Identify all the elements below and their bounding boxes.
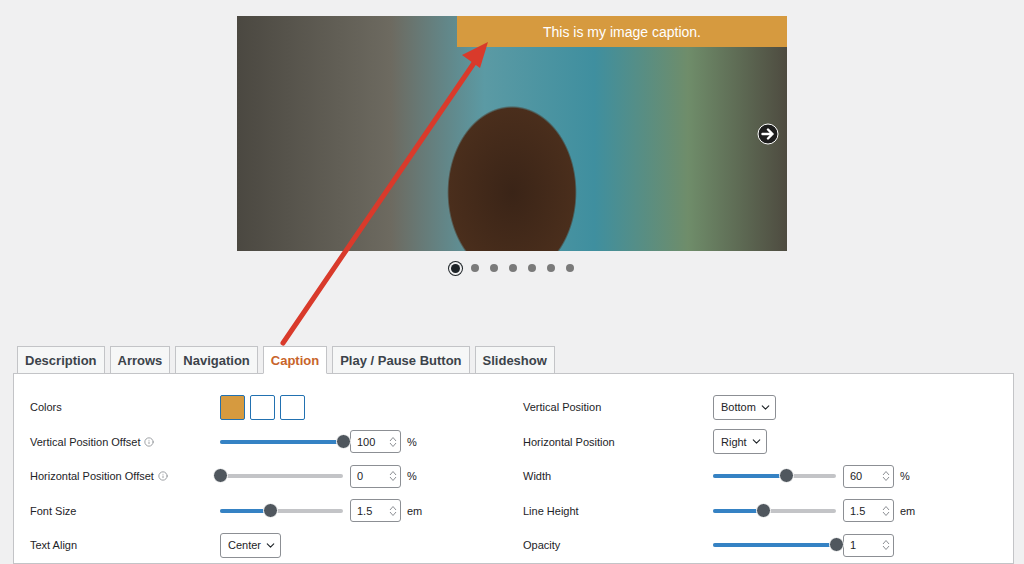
slider-fill	[220, 440, 343, 444]
chevron-down-icon	[759, 401, 772, 414]
select-box[interactable]: Right	[713, 429, 767, 454]
color-swatch[interactable]	[250, 395, 275, 420]
setting-controls: Center	[220, 533, 506, 558]
slider-thumb[interactable]	[756, 503, 771, 518]
setting-controls	[220, 395, 506, 420]
slide-dot[interactable]	[566, 264, 574, 272]
color-swatch[interactable]	[280, 395, 305, 420]
annotation-arrow-icon	[0, 0, 1024, 564]
slide-dots	[449, 261, 576, 275]
setting-controls: 1	[713, 534, 999, 557]
setting-label: Vertical Position Offset	[30, 436, 220, 448]
setting-row: Horizontal Position Offset0%	[30, 459, 506, 494]
next-arrow-icon[interactable]	[757, 123, 779, 145]
setting-row: Width60%	[523, 459, 999, 494]
slider-track[interactable]	[713, 509, 836, 513]
setting-controls: 1.5 em	[220, 499, 506, 522]
slideshow: This is my image caption.	[0, 16, 1024, 275]
slider-fill	[713, 474, 786, 478]
spinner-icon[interactable]	[882, 470, 890, 482]
number-input[interactable]: 0	[350, 465, 401, 488]
slide-dot[interactable]	[451, 264, 460, 273]
setting-row: Vertical PositionBottom	[523, 390, 999, 425]
setting-label: Text Align	[30, 539, 220, 551]
info-icon[interactable]	[144, 437, 154, 447]
setting-row: Opacity 1	[523, 528, 999, 563]
slider-thumb[interactable]	[829, 537, 844, 552]
setting-controls: 100%	[220, 430, 506, 453]
slider-track[interactable]	[713, 543, 836, 547]
setting-label: Opacity	[523, 539, 713, 551]
spinner-icon[interactable]	[389, 436, 397, 448]
slider-thumb[interactable]	[336, 434, 351, 449]
slider-track[interactable]	[713, 474, 836, 478]
tab[interactable]: Navigation	[175, 346, 257, 374]
unit-label: em	[900, 505, 915, 517]
unit-label: %	[407, 436, 417, 448]
tab[interactable]: Caption	[263, 346, 327, 374]
page: This is my image caption. DescriptionArro…	[0, 0, 1024, 564]
slider-track[interactable]	[220, 509, 343, 513]
setting-label: Line Height	[523, 505, 713, 517]
settings-column: Vertical PositionBottomHorizontal Positi…	[523, 390, 999, 563]
setting-label: Font Size	[30, 505, 220, 517]
spinner-icon[interactable]	[389, 470, 397, 482]
unit-label: %	[900, 470, 910, 482]
number-input[interactable]: 1.5	[350, 499, 401, 522]
slider-thumb[interactable]	[779, 468, 794, 483]
setting-label: Colors	[30, 401, 220, 413]
slide-dot[interactable]	[547, 264, 555, 272]
color-swatch[interactable]	[220, 395, 245, 420]
slider-thumb[interactable]	[263, 503, 278, 518]
slide-dot[interactable]	[509, 264, 517, 272]
number-input[interactable]: 100	[350, 430, 401, 453]
slider-track[interactable]	[220, 440, 343, 444]
select-box[interactable]: Bottom	[713, 395, 776, 420]
setting-controls: Right	[713, 429, 999, 454]
setting-row: Colors	[30, 390, 506, 425]
slider-thumb[interactable]	[213, 468, 228, 483]
slide-dot[interactable]	[471, 264, 479, 272]
tab-bar: DescriptionArrowsNavigationCaptionPlay /…	[17, 346, 1024, 373]
slide-dot[interactable]	[528, 264, 536, 272]
setting-controls: 0%	[220, 465, 506, 488]
spinner-icon[interactable]	[389, 505, 397, 517]
settings-panel: ColorsVertical Position Offset100%Horizo…	[13, 373, 1014, 564]
tab[interactable]: Arrows	[110, 346, 171, 374]
slider-fill	[713, 543, 836, 547]
setting-row: Vertical Position Offset100%	[30, 425, 506, 460]
setting-row: Horizontal PositionRight	[523, 425, 999, 460]
number-input[interactable]: 60	[843, 465, 894, 488]
setting-row: Text AlignCenter	[30, 528, 506, 563]
chevron-down-icon	[750, 435, 763, 448]
slide-photo: This is my image caption.	[237, 16, 787, 251]
slider-track[interactable]	[220, 474, 343, 478]
setting-controls: 60%	[713, 465, 999, 488]
tab[interactable]: Description	[17, 346, 105, 374]
tab[interactable]: Play / Pause Button	[332, 346, 469, 374]
spinner-icon[interactable]	[882, 505, 890, 517]
slide-dot[interactable]	[490, 264, 498, 272]
number-input[interactable]: 1.5	[843, 499, 894, 522]
setting-label: Horizontal Position	[523, 436, 713, 448]
setting-label: Horizontal Position Offset	[30, 470, 220, 482]
info-icon[interactable]	[158, 471, 168, 481]
setting-row: Line Height 1.5 em	[523, 494, 999, 529]
setting-label: Width	[523, 470, 713, 482]
image-caption: This is my image caption.	[457, 16, 787, 47]
setting-controls: 1.5 em	[713, 499, 999, 522]
unit-label: %	[407, 470, 417, 482]
spinner-icon[interactable]	[882, 539, 890, 551]
setting-controls: Bottom	[713, 395, 999, 420]
settings-column: ColorsVertical Position Offset100%Horizo…	[30, 390, 506, 563]
unit-label: em	[407, 505, 422, 517]
setting-label: Vertical Position	[523, 401, 713, 413]
setting-row: Font Size 1.5 em	[30, 494, 506, 529]
select-box[interactable]: Center	[220, 533, 281, 558]
tab[interactable]: Slideshow	[475, 346, 555, 374]
number-input[interactable]: 1	[843, 534, 894, 557]
chevron-down-icon	[264, 539, 277, 552]
